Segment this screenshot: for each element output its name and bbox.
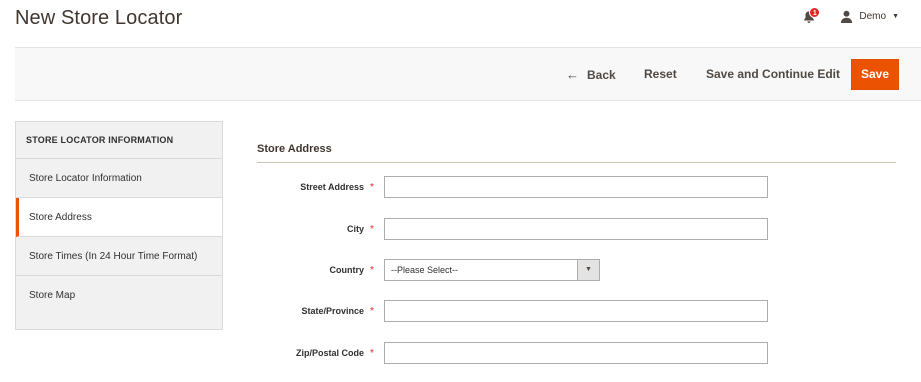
- city-input[interactable]: [384, 218, 768, 240]
- state-province-input[interactable]: [384, 300, 768, 322]
- tab-store-times[interactable]: Store Times (In 24 Hour Time Format): [16, 237, 222, 276]
- back-button[interactable]: ← Back: [566, 67, 616, 82]
- section-title: Store Address: [257, 143, 332, 155]
- notifications-button[interactable]: 1: [802, 7, 821, 24]
- tab-store-map[interactable]: Store Map: [16, 276, 222, 315]
- reset-button[interactable]: Reset: [644, 67, 677, 81]
- chevron-down-icon: ▼: [577, 260, 599, 280]
- zip-postal-code-input[interactable]: [384, 342, 768, 364]
- required-marker: *: [370, 348, 374, 359]
- tab-store-locator-information[interactable]: Store Locator Information: [16, 159, 222, 198]
- country-label: Country: [329, 265, 365, 275]
- user-name: Demo: [859, 10, 887, 22]
- required-marker: *: [370, 306, 374, 317]
- required-marker: *: [370, 224, 374, 235]
- header-actions: 1 Demo ▼: [802, 7, 899, 24]
- save-button[interactable]: Save: [851, 59, 899, 90]
- save-and-continue-button[interactable]: Save and Continue Edit: [706, 67, 840, 81]
- arrow-left-icon: ←: [566, 67, 579, 82]
- user-icon: [840, 10, 853, 23]
- street-address-input[interactable]: [384, 176, 768, 198]
- required-marker: *: [370, 182, 374, 193]
- section-divider: [257, 162, 896, 163]
- sidebar-title: STORE LOCATOR INFORMATION: [16, 122, 222, 159]
- tab-store-address[interactable]: Store Address: [16, 198, 222, 237]
- state-province-label: State/Province: [301, 306, 364, 316]
- country-select-value: --Please Select--: [391, 265, 459, 275]
- page-actions-bar: ← Back Reset Save and Continue Edit Save: [15, 47, 921, 101]
- required-marker: *: [370, 265, 374, 276]
- sidebar-tabs: STORE LOCATOR INFORMATION Store Locator …: [15, 121, 223, 330]
- page-title: New Store Locator: [15, 7, 183, 29]
- notification-badge: 1: [809, 7, 821, 18]
- chevron-down-icon: ▼: [892, 12, 899, 20]
- country-select[interactable]: --Please Select-- ▼: [384, 259, 600, 281]
- back-button-label: Back: [587, 67, 616, 82]
- city-label: City: [346, 224, 364, 234]
- user-menu[interactable]: Demo ▼: [840, 10, 899, 23]
- zip-postal-code-label: Zip/Postal Code: [295, 348, 364, 358]
- street-address-label: Street Address: [300, 182, 364, 192]
